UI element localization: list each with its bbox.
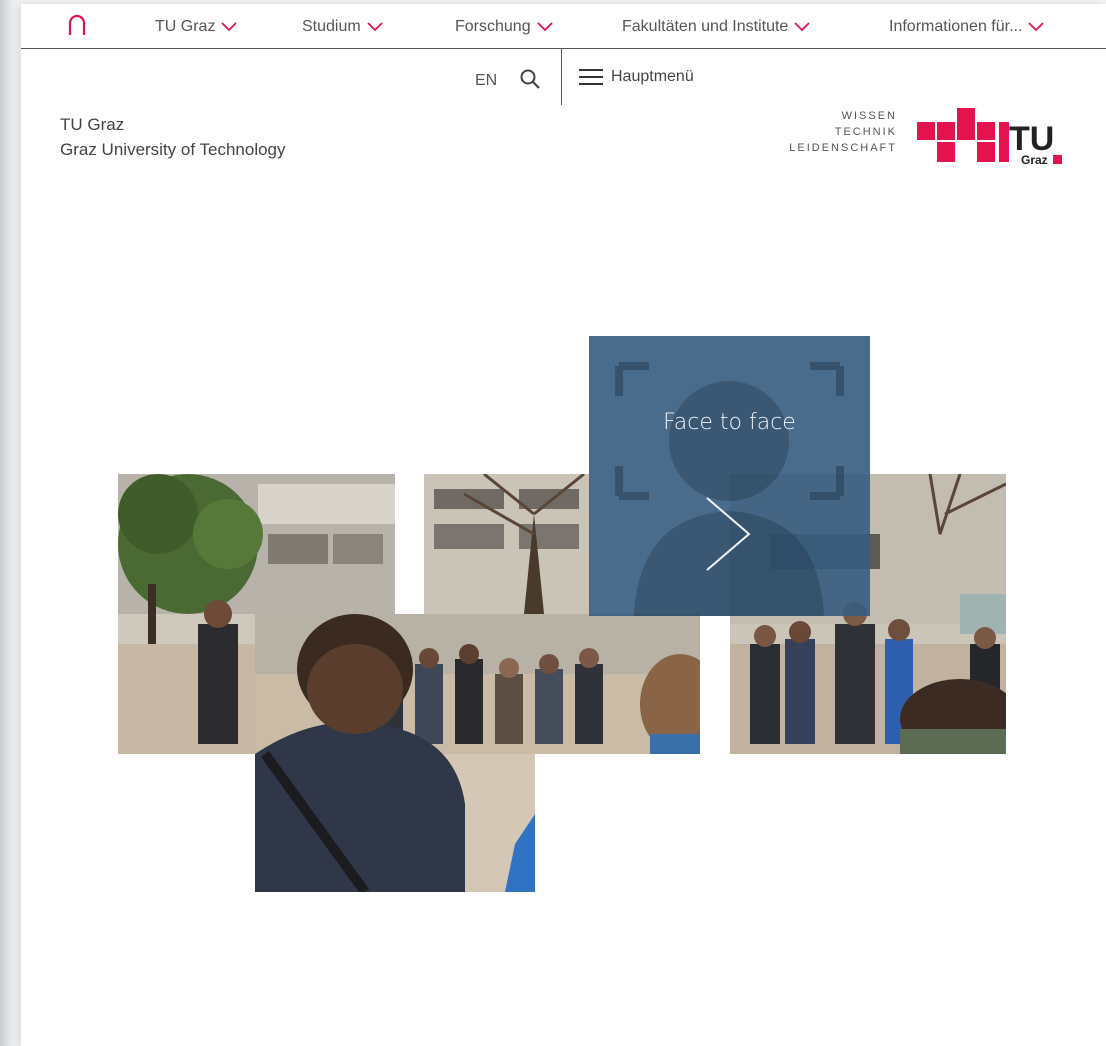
- tagline-line: TECHNIK: [834, 126, 897, 138]
- page: TU Graz Studium Forschung Fakultäten und…: [21, 4, 1106, 1046]
- nav-item-label: TU Graz: [155, 18, 216, 35]
- teaser-face-to-face[interactable]: Face to face: [589, 336, 870, 616]
- search-icon[interactable]: [519, 68, 541, 90]
- nav-item-studium[interactable]: Studium: [302, 17, 383, 37]
- nav-item-forschung[interactable]: Forschung: [455, 17, 553, 37]
- chevron-down-icon: [367, 22, 383, 32]
- nav-item-label: Forschung: [455, 18, 531, 35]
- nav-item-label: Informationen für...: [889, 18, 1023, 35]
- main-menu-button[interactable]: Hauptmenü: [579, 68, 694, 86]
- brand-line-1: TU Graz: [60, 115, 125, 134]
- photo-tile: [424, 474, 590, 614]
- nav-item-fakultaeten[interactable]: Fakultäten und Institute: [622, 17, 810, 37]
- logo-subtext: Graz: [1021, 153, 1048, 166]
- nav-item-label: Studium: [302, 18, 361, 35]
- tagline-line: LEIDENSCHAFT: [789, 142, 897, 154]
- nav-item-tu-graz[interactable]: TU Graz: [155, 17, 238, 37]
- chevron-down-icon: [1028, 22, 1045, 32]
- nav-item-informationen[interactable]: Informationen für...: [889, 17, 1045, 37]
- utility-bar: EN Hauptmenü: [21, 48, 1106, 106]
- brand-line-2: Graz University of Technology: [60, 140, 286, 159]
- chevron-down-icon: [221, 22, 238, 32]
- top-navigation: TU Graz Studium Forschung Fakultäten und…: [21, 4, 1106, 49]
- language-switch[interactable]: EN: [475, 72, 497, 90]
- home-icon[interactable]: [67, 14, 87, 36]
- photo-tile: [255, 614, 535, 892]
- chevron-down-icon: [794, 22, 810, 32]
- teaser-title: Face to face: [663, 410, 796, 435]
- hamburger-icon: [579, 69, 603, 85]
- chevron-down-icon: [536, 22, 553, 32]
- nav-item-label: Fakultäten und Institute: [622, 18, 789, 35]
- tagline-line: WISSEN: [841, 110, 897, 122]
- chevron-right-icon[interactable]: [701, 494, 757, 574]
- tagline: WISSEN TECHNIK LEIDENSCHAFT: [781, 108, 897, 156]
- brand-name[interactable]: TU Graz Graz University of Technology: [60, 112, 286, 162]
- tu-graz-logo[interactable]: TU Graz: [917, 108, 1069, 167]
- main-menu-label: Hauptmenü: [611, 68, 694, 85]
- divider: [561, 48, 562, 105]
- person-silhouette-icon: [615, 362, 844, 616]
